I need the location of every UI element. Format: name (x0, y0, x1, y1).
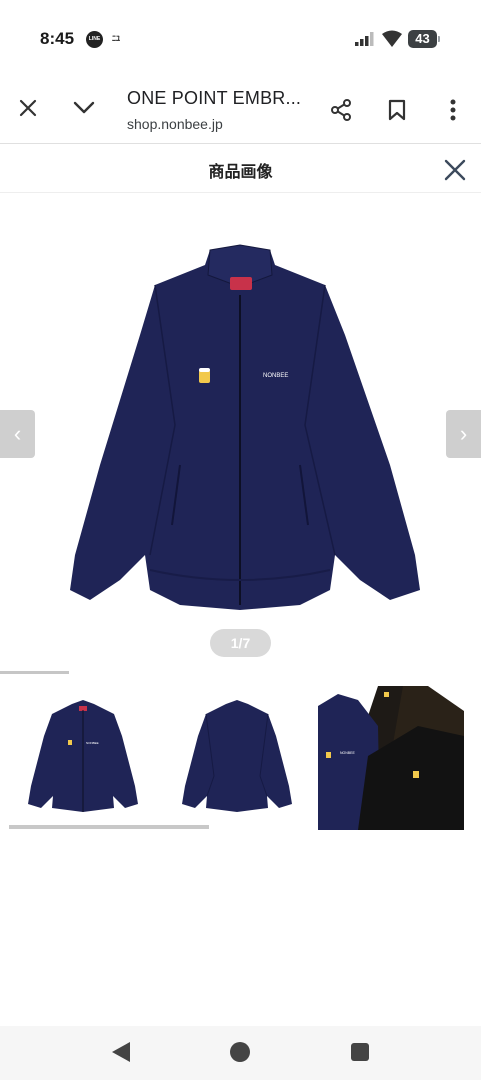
page-title: ONE POINT EMBR... (127, 88, 302, 108)
home-icon[interactable] (230, 1042, 250, 1062)
thumbnail-back[interactable] (164, 686, 310, 830)
status-bar: 8:45 LINE ﾆﾕ 43 (0, 0, 481, 72)
image-pager: 1/7 (210, 629, 271, 657)
thumbnail-scrollbar[interactable] (9, 825, 209, 829)
thumbnail-colors-label: NONBEE (340, 751, 355, 755)
battery-icon: 43 (408, 30, 440, 48)
system-navigation-bar (0, 1026, 481, 1080)
chevron-down-icon[interactable] (70, 94, 98, 122)
wifi-icon (382, 30, 402, 47)
battery-tip (438, 36, 440, 42)
image-viewer-header: 商品画像 (0, 145, 481, 193)
news-app-icon: ﾆﾕ (112, 34, 120, 43)
thumbnail-colors[interactable]: NONBEE (318, 686, 464, 830)
page-url: shop.nonbee.jp (127, 116, 223, 132)
brand-label (230, 277, 252, 290)
brand-embroidery-text: NONBEE (263, 373, 288, 379)
share-icon[interactable] (327, 96, 355, 124)
beer-embroidery-icon (199, 368, 210, 383)
close-icon[interactable] (14, 94, 42, 122)
line-app-icon: LINE (86, 31, 103, 48)
more-vert-icon[interactable] (439, 96, 467, 124)
thumbnail-front[interactable]: NONBEE (10, 686, 156, 830)
signal-icon (355, 32, 374, 46)
next-image-button[interactable]: › (446, 410, 481, 458)
status-time: 8:45 (40, 29, 75, 48)
recents-icon[interactable] (351, 1043, 369, 1061)
thumbnail-front-label: NONBEE (86, 741, 99, 745)
back-icon[interactable] (110, 1040, 132, 1064)
bookmark-icon[interactable] (383, 96, 411, 124)
active-thumb-indicator (0, 671, 69, 674)
image-viewer-title: 商品画像 (208, 164, 273, 181)
battery-level: 43 (408, 30, 437, 48)
custom-tab-toolbar: ONE POINT EMBR... shop.nonbee.jp (0, 72, 481, 144)
close-viewer-icon[interactable] (442, 157, 468, 183)
prev-image-button[interactable]: ‹ (0, 410, 35, 458)
product-main-image[interactable]: NONBEE (60, 225, 430, 625)
